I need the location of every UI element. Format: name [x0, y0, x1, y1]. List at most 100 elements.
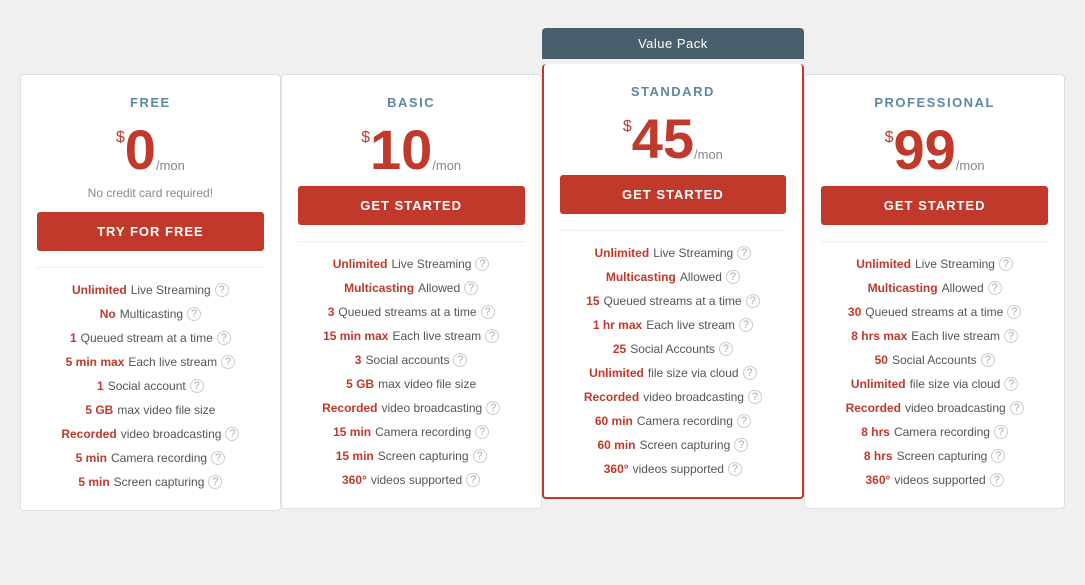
price-per-free: /mon	[156, 159, 185, 172]
info-icon-basic-1[interactable]: ?	[464, 281, 478, 295]
info-icon-professional-6[interactable]: ?	[1010, 401, 1024, 415]
info-icon-standard-6[interactable]: ?	[748, 390, 762, 404]
feature-item-basic-7: 15 min Camera recording?	[298, 420, 525, 444]
feature-item-professional-4: 50 Social Accounts?	[821, 348, 1048, 372]
feature-text-standard-7: Camera recording	[637, 414, 733, 428]
feature-text-professional-7: Camera recording	[894, 425, 990, 439]
info-icon-professional-0[interactable]: ?	[999, 257, 1013, 271]
info-icon-basic-9[interactable]: ?	[466, 473, 480, 487]
feature-text-basic-3: Each live stream	[392, 329, 481, 343]
feature-item-standard-2: 15 Queued streams at a time?	[560, 289, 787, 313]
feature-text-professional-2: Queued streams at a time	[865, 305, 1003, 319]
feature-text-free-0: Live Streaming	[131, 283, 211, 297]
feature-highlight-standard-4: 25	[613, 342, 626, 356]
feature-highlight-standard-6: Recorded	[584, 390, 639, 404]
feature-item-free-3: 5 min max Each live stream?	[37, 350, 264, 374]
plan-card-standard: Value PackSTANDARD $45/mon GET STARTED U…	[542, 64, 805, 499]
info-icon-standard-9[interactable]: ?	[728, 462, 742, 476]
feature-text-basic-8: Screen capturing	[378, 449, 469, 463]
info-icon-standard-3[interactable]: ?	[739, 318, 753, 332]
info-icon-professional-4[interactable]: ?	[981, 353, 995, 367]
feature-text-standard-9: videos supported	[633, 462, 724, 476]
feature-highlight-standard-3: 1 hr max	[593, 318, 642, 332]
feature-item-basic-9: 360° videos supported?	[298, 468, 525, 492]
feature-text-standard-4: Social Accounts	[630, 342, 715, 356]
feature-item-professional-7: 8 hrs Camera recording?	[821, 420, 1048, 444]
price-row-free: $0/mon	[37, 122, 264, 178]
feature-highlight-professional-6: Recorded	[846, 401, 901, 415]
pricing-container: FREE $0/mon No credit card required!TRY …	[20, 74, 1065, 511]
feature-item-standard-0: Unlimited Live Streaming?	[560, 241, 787, 265]
feature-highlight-professional-9: 360°	[866, 473, 891, 487]
feature-item-free-2: 1 Queued stream at a time?	[37, 326, 264, 350]
feature-item-free-5: 5 GB max video file size	[37, 398, 264, 422]
info-icon-basic-2[interactable]: ?	[481, 305, 495, 319]
info-icon-professional-1[interactable]: ?	[988, 281, 1002, 295]
feature-item-free-8: 5 min Screen capturing?	[37, 470, 264, 494]
feature-text-free-6: video broadcasting	[121, 427, 222, 441]
feature-text-free-8: Screen capturing	[114, 475, 205, 489]
plan-card-professional: PROFESSIONAL $99/mon GET STARTED Unlimit…	[804, 74, 1065, 509]
info-icon-free-6[interactable]: ?	[225, 427, 239, 441]
info-icon-professional-3[interactable]: ?	[1004, 329, 1018, 343]
info-icon-free-4[interactable]: ?	[190, 379, 204, 393]
feature-item-professional-0: Unlimited Live Streaming?	[821, 252, 1048, 276]
info-icon-free-3[interactable]: ?	[221, 355, 235, 369]
cta-btn-basic[interactable]: GET STARTED	[298, 186, 525, 225]
feature-item-professional-3: 8 hrs max Each live stream?	[821, 324, 1048, 348]
feature-text-professional-5: file size via cloud	[910, 377, 1001, 391]
info-icon-basic-0[interactable]: ?	[475, 257, 489, 271]
feature-highlight-standard-1: Multicasting	[606, 270, 676, 284]
info-icon-professional-2[interactable]: ?	[1007, 305, 1021, 319]
features-list-professional: Unlimited Live Streaming? Multicasting A…	[821, 241, 1048, 492]
feature-highlight-basic-8: 15 min	[336, 449, 374, 463]
feature-highlight-standard-5: Unlimited	[589, 366, 644, 380]
feature-item-standard-6: Recorded video broadcasting?	[560, 385, 787, 409]
info-icon-basic-7[interactable]: ?	[475, 425, 489, 439]
info-icon-professional-7[interactable]: ?	[994, 425, 1008, 439]
price-per-professional: /mon	[956, 159, 985, 172]
feature-highlight-basic-3: 15 min max	[323, 329, 388, 343]
feature-item-basic-2: 3 Queued streams at a time?	[298, 300, 525, 324]
info-icon-professional-8[interactable]: ?	[991, 449, 1005, 463]
plan-title-basic: BASIC	[298, 95, 525, 110]
feature-item-basic-3: 15 min max Each live stream?	[298, 324, 525, 348]
feature-item-standard-7: 60 min Camera recording?	[560, 409, 787, 433]
cta-btn-professional[interactable]: GET STARTED	[821, 186, 1048, 225]
cta-btn-standard[interactable]: GET STARTED	[560, 175, 787, 214]
feature-item-free-0: Unlimited Live Streaming?	[37, 278, 264, 302]
info-icon-professional-5[interactable]: ?	[1004, 377, 1018, 391]
info-icon-standard-1[interactable]: ?	[726, 270, 740, 284]
info-icon-standard-4[interactable]: ?	[719, 342, 733, 356]
feature-highlight-basic-1: Multicasting	[344, 281, 414, 295]
feature-highlight-basic-0: Unlimited	[333, 257, 388, 271]
feature-text-standard-8: Screen capturing	[640, 438, 731, 452]
info-icon-free-8[interactable]: ?	[208, 475, 222, 489]
feature-text-basic-9: videos supported	[371, 473, 462, 487]
cta-btn-free[interactable]: TRY FOR FREE	[37, 212, 264, 251]
feature-text-standard-1: Allowed	[680, 270, 722, 284]
no-credit-free: No credit card required!	[37, 186, 264, 200]
info-icon-free-7[interactable]: ?	[211, 451, 225, 465]
feature-highlight-free-8: 5 min	[78, 475, 109, 489]
info-icon-basic-4[interactable]: ?	[453, 353, 467, 367]
feature-highlight-basic-5: 5 GB	[346, 377, 374, 391]
info-icon-standard-0[interactable]: ?	[737, 246, 751, 260]
info-icon-free-1[interactable]: ?	[187, 307, 201, 321]
info-icon-basic-8[interactable]: ?	[473, 449, 487, 463]
info-icon-free-0[interactable]: ?	[215, 283, 229, 297]
feature-text-professional-4: Social Accounts	[892, 353, 977, 367]
feature-highlight-free-1: No	[100, 307, 116, 321]
info-icon-standard-8[interactable]: ?	[734, 438, 748, 452]
info-icon-basic-3[interactable]: ?	[485, 329, 499, 343]
info-icon-standard-5[interactable]: ?	[743, 366, 757, 380]
info-icon-professional-9[interactable]: ?	[990, 473, 1004, 487]
info-icon-basic-6[interactable]: ?	[486, 401, 500, 415]
info-icon-standard-2[interactable]: ?	[746, 294, 760, 308]
info-icon-free-2[interactable]: ?	[217, 331, 231, 345]
price-amount-standard: 45	[632, 107, 694, 170]
plan-card-free: FREE $0/mon No credit card required!TRY …	[20, 74, 281, 511]
feature-highlight-free-0: Unlimited	[72, 283, 127, 297]
feature-highlight-basic-6: Recorded	[322, 401, 377, 415]
info-icon-standard-7[interactable]: ?	[737, 414, 751, 428]
